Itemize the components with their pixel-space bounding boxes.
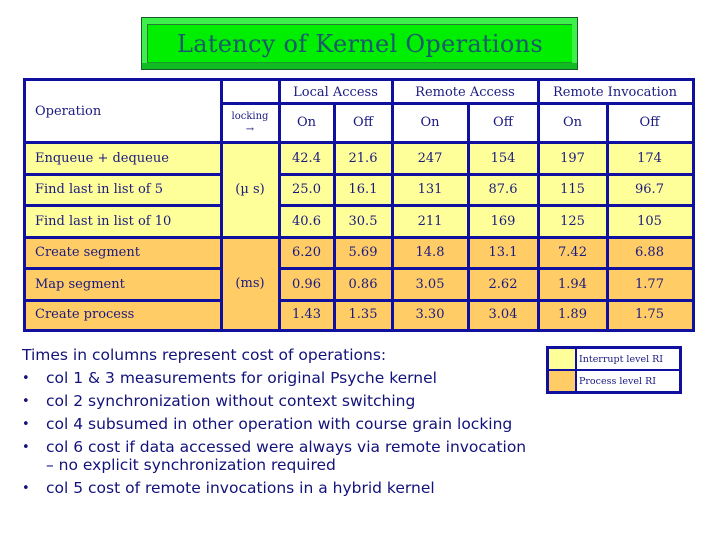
bullet-icon: • bbox=[22, 394, 30, 409]
value-cell: 96.7 bbox=[607, 174, 692, 205]
grid-line bbox=[279, 267, 692, 270]
grid-line bbox=[26, 173, 221, 176]
value-cell: 0.96 bbox=[279, 268, 334, 300]
grid-line bbox=[26, 141, 692, 144]
bullet-icon: • bbox=[22, 440, 30, 455]
operation-name: Create process bbox=[26, 300, 221, 329]
group-header: Remote Invocation bbox=[553, 84, 677, 100]
note-item: • col 5 cost of remote invocations in a h… bbox=[22, 477, 642, 500]
grid-line bbox=[606, 103, 609, 329]
note-item: • col 6 cost if data accessed were always… bbox=[22, 436, 642, 474]
value-cell: 1.43 bbox=[279, 300, 334, 329]
value-cell: 154 bbox=[468, 142, 538, 174]
grid-line bbox=[467, 103, 470, 329]
value-cell: 7.42 bbox=[538, 237, 607, 268]
value-cell: 3.04 bbox=[468, 300, 538, 329]
grid-line bbox=[279, 204, 692, 207]
latency-table: Operation locking → Local Access Remote Acce… bbox=[23, 78, 695, 332]
value-cell: 42.4 bbox=[279, 142, 334, 174]
operation-header: Operation bbox=[35, 104, 102, 119]
note-subtext: – no explicit synchronization required bbox=[46, 456, 336, 474]
value-cell: 13.1 bbox=[468, 237, 538, 268]
note-item: • col 4 subsumed in other operation with … bbox=[22, 413, 642, 436]
value-cell: 105 bbox=[607, 205, 692, 237]
value-cell: 1.89 bbox=[538, 300, 607, 329]
group-header: Remote Access bbox=[415, 84, 515, 100]
legend-swatch-interrupt bbox=[549, 349, 575, 369]
grid-line bbox=[26, 267, 221, 270]
value-cell: 197 bbox=[538, 142, 607, 174]
value-cell: 16.1 bbox=[334, 174, 392, 205]
value-cell: 87.6 bbox=[468, 174, 538, 205]
value-cell: 14.8 bbox=[392, 237, 468, 268]
note-text: col 6 cost if data accessed were always … bbox=[46, 438, 527, 456]
value-cell: 1.94 bbox=[538, 268, 607, 300]
value-cell: 30.5 bbox=[334, 205, 392, 237]
value-cell: 25.0 bbox=[279, 174, 334, 205]
note-text: col 1 & 3 measurements for original Psyc… bbox=[46, 369, 437, 387]
title-banner-inner: Latency of Kernel Operations bbox=[147, 24, 572, 63]
value-cell: 5.69 bbox=[334, 237, 392, 268]
grid-line bbox=[279, 173, 692, 176]
locking-header: locking → bbox=[221, 103, 279, 142]
grid-line bbox=[26, 236, 692, 239]
legend: Interrupt level RI Process level RI bbox=[546, 346, 682, 394]
bullet-icon: • bbox=[22, 371, 30, 386]
value-cell: 6.20 bbox=[279, 237, 334, 268]
legend-label-interrupt: Interrupt level RI bbox=[579, 353, 664, 365]
value-cell: 169 bbox=[468, 205, 538, 237]
grid-line bbox=[221, 102, 692, 105]
legend-label-process: Process level RI bbox=[579, 375, 656, 387]
column-header: On bbox=[562, 115, 583, 130]
column-header: On bbox=[296, 115, 317, 130]
value-cell: 21.6 bbox=[334, 142, 392, 174]
group-header: Local Access bbox=[293, 84, 378, 100]
operation-name: Find last in list of 10 bbox=[26, 205, 221, 237]
page-title: Latency of Kernel Operations bbox=[176, 30, 544, 58]
note-text: col 4 subsumed in other operation with c… bbox=[46, 415, 513, 433]
value-cell: 247 bbox=[392, 142, 468, 174]
operation-name: Find last in list of 5 bbox=[26, 174, 221, 205]
grid-line bbox=[26, 204, 221, 207]
legend-swatch-process bbox=[549, 371, 575, 391]
grid-line bbox=[279, 299, 692, 302]
legend-divider-horizontal bbox=[549, 369, 679, 371]
column-header: Off bbox=[639, 115, 660, 130]
value-cell: 0.86 bbox=[334, 268, 392, 300]
grid-line bbox=[333, 103, 336, 329]
value-cell: 3.05 bbox=[392, 268, 468, 300]
grid-line bbox=[26, 299, 221, 302]
column-header: On bbox=[420, 115, 440, 130]
column-header: Off bbox=[493, 115, 513, 130]
value-cell: 1.35 bbox=[334, 300, 392, 329]
unit-milliseconds: (ms) bbox=[221, 237, 279, 329]
locking-label: locking bbox=[231, 110, 269, 122]
value-cell: 1.77 bbox=[607, 268, 692, 300]
bullet-icon: • bbox=[22, 417, 30, 432]
operation-name: Map segment bbox=[26, 268, 221, 300]
note-text: col 5 cost of remote invocations in a hy… bbox=[46, 479, 435, 497]
value-cell: 2.62 bbox=[468, 268, 538, 300]
column-header: Off bbox=[353, 115, 373, 130]
value-cell: 3.30 bbox=[392, 300, 468, 329]
value-cell: 131 bbox=[392, 174, 468, 205]
operation-name: Enqueue + dequeue bbox=[26, 142, 221, 174]
bullet-icon: • bbox=[22, 481, 30, 496]
unit-microseconds: (µ s) bbox=[221, 142, 279, 237]
title-banner-shadow bbox=[142, 63, 577, 69]
note-text: col 2 synchronization without context sw… bbox=[46, 392, 416, 410]
value-cell: 1.75 bbox=[607, 300, 692, 329]
value-cell: 115 bbox=[538, 174, 607, 205]
title-banner: Latency of Kernel Operations bbox=[141, 17, 578, 70]
value-cell: 6.88 bbox=[607, 237, 692, 268]
value-cell: 174 bbox=[607, 142, 692, 174]
value-cell: 40.6 bbox=[279, 205, 334, 237]
value-cell: 125 bbox=[538, 205, 607, 237]
arrow-right-icon: → bbox=[245, 123, 255, 135]
value-cell: 211 bbox=[392, 205, 468, 237]
operation-name: Create segment bbox=[26, 237, 221, 268]
